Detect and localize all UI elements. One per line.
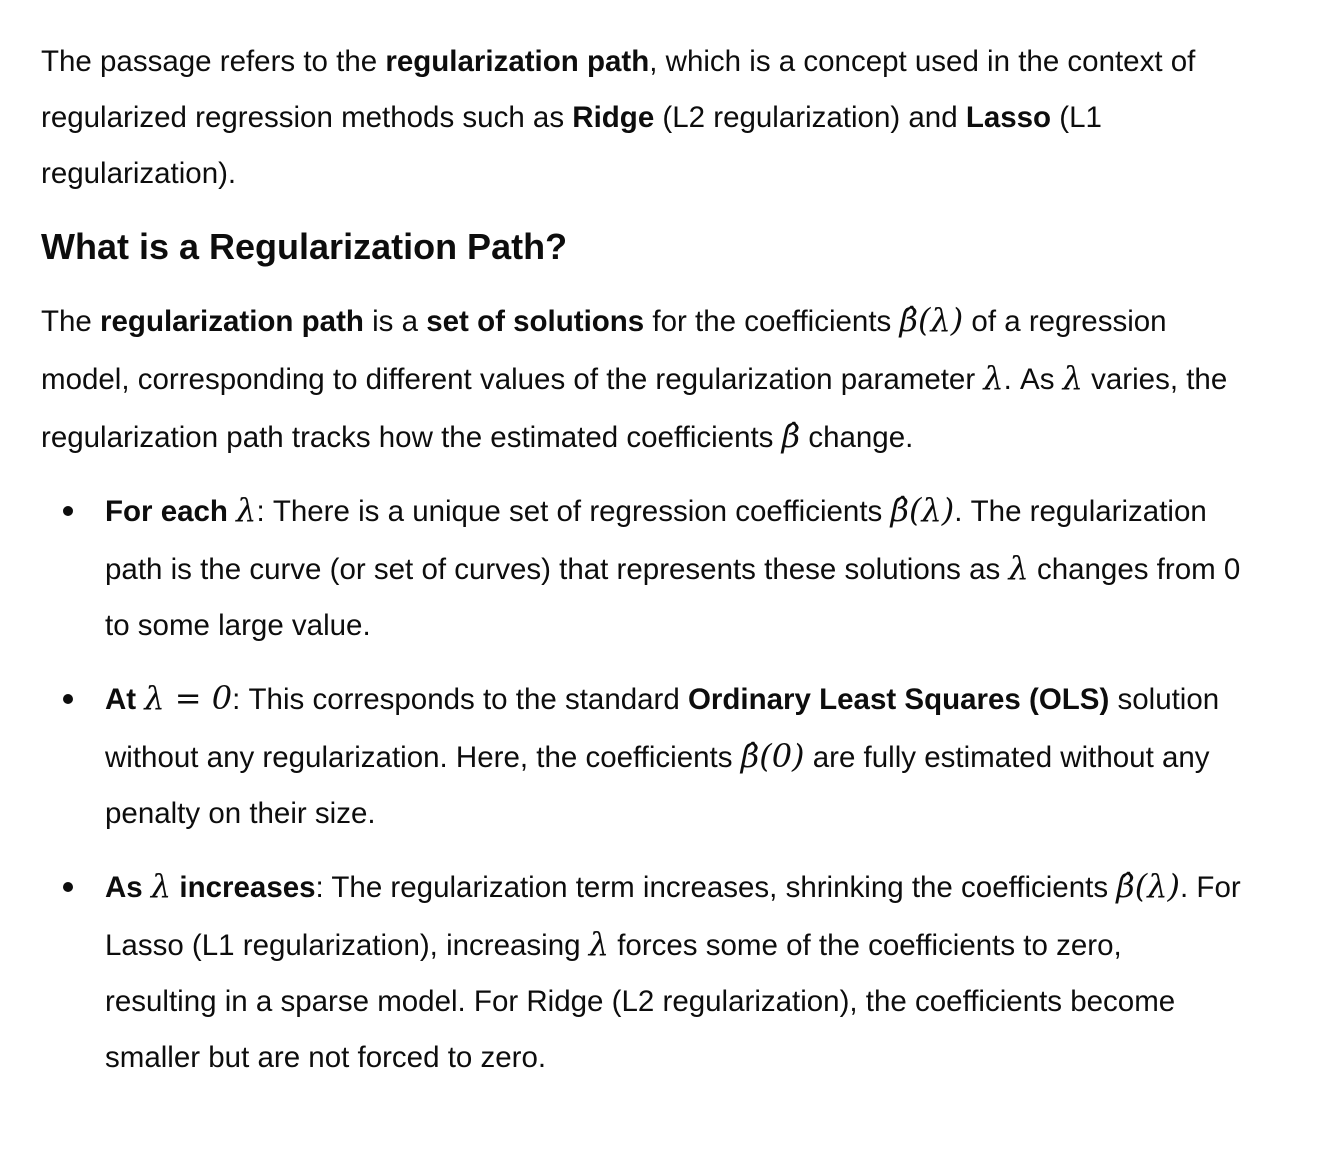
intro-text: (L2 regularization) and [654,101,966,134]
bullet-dot-icon [63,882,73,892]
term-ols: Ordinary Least Squares (OLS) [687,683,1110,716]
term-regularization-path: regularization path [385,45,650,78]
list-item: For each λ: There is a unique set of reg… [41,482,1241,654]
term-ridge: Ridge [572,101,655,134]
math-beta-hat: β̂ [781,417,801,455]
math-beta-hat-zero: β̂(0) [740,737,805,775]
term-regularization-path: regularization path [100,305,364,338]
math-lambda: λ [1062,359,1083,397]
list-item-text: For each λ: There is a unique set of reg… [105,482,1241,654]
list-item-text: As λ increases: The regularization term … [105,858,1241,1086]
item-text: : This corresponds to the standard [232,683,688,716]
math-beta-hat-lambda: β̂(λ) [899,301,964,339]
bold-lead: For each [105,495,237,528]
math-lambda-equals-zero: λ = 0 [144,679,233,717]
definition-text: The [41,305,101,338]
list-item: As λ increases: The regularization term … [41,858,1241,1086]
bold-lead: At [105,683,145,716]
definition-text: change. [800,421,914,454]
bold-lead: increases [171,871,316,904]
bold-lead: As [105,871,151,904]
math-lambda: λ [1008,549,1029,587]
math-lambda: λ [236,491,257,529]
definition-paragraph: The regularization path is a set of solu… [41,292,1241,466]
list-item: At λ = 0: This corresponds to the standa… [41,670,1241,842]
item-text: : The regularization term increases, shr… [315,871,1117,904]
item-text: : There is a unique set of regression co… [256,495,891,528]
term-set-of-solutions: set of solutions [426,305,645,338]
section-heading: What is a Regularization Path? [41,226,568,267]
list-item-text: At λ = 0: This corresponds to the standa… [105,670,1241,842]
math-beta-hat-lambda: β̂(λ) [890,491,955,529]
term-lasso: Lasso [965,101,1052,134]
bullet-list: For each λ: There is a unique set of reg… [41,482,1241,1086]
definition-text: for the coefficients [644,305,900,338]
definition-text: is a [363,305,427,338]
bullet-dot-icon [63,694,73,704]
math-lambda: λ [983,359,1004,397]
math-lambda: λ [588,925,610,963]
definition-text: . As [1003,363,1063,396]
math-beta-hat-lambda: β̂(λ) [1116,867,1181,905]
math-lambda: λ [150,867,172,905]
intro-paragraph: The passage refers to the regularization… [41,34,1241,202]
intro-text: The passage refers to the [41,45,386,78]
answer-content: The passage refers to the regularization… [41,34,1241,1102]
bullet-dot-icon [63,506,73,516]
